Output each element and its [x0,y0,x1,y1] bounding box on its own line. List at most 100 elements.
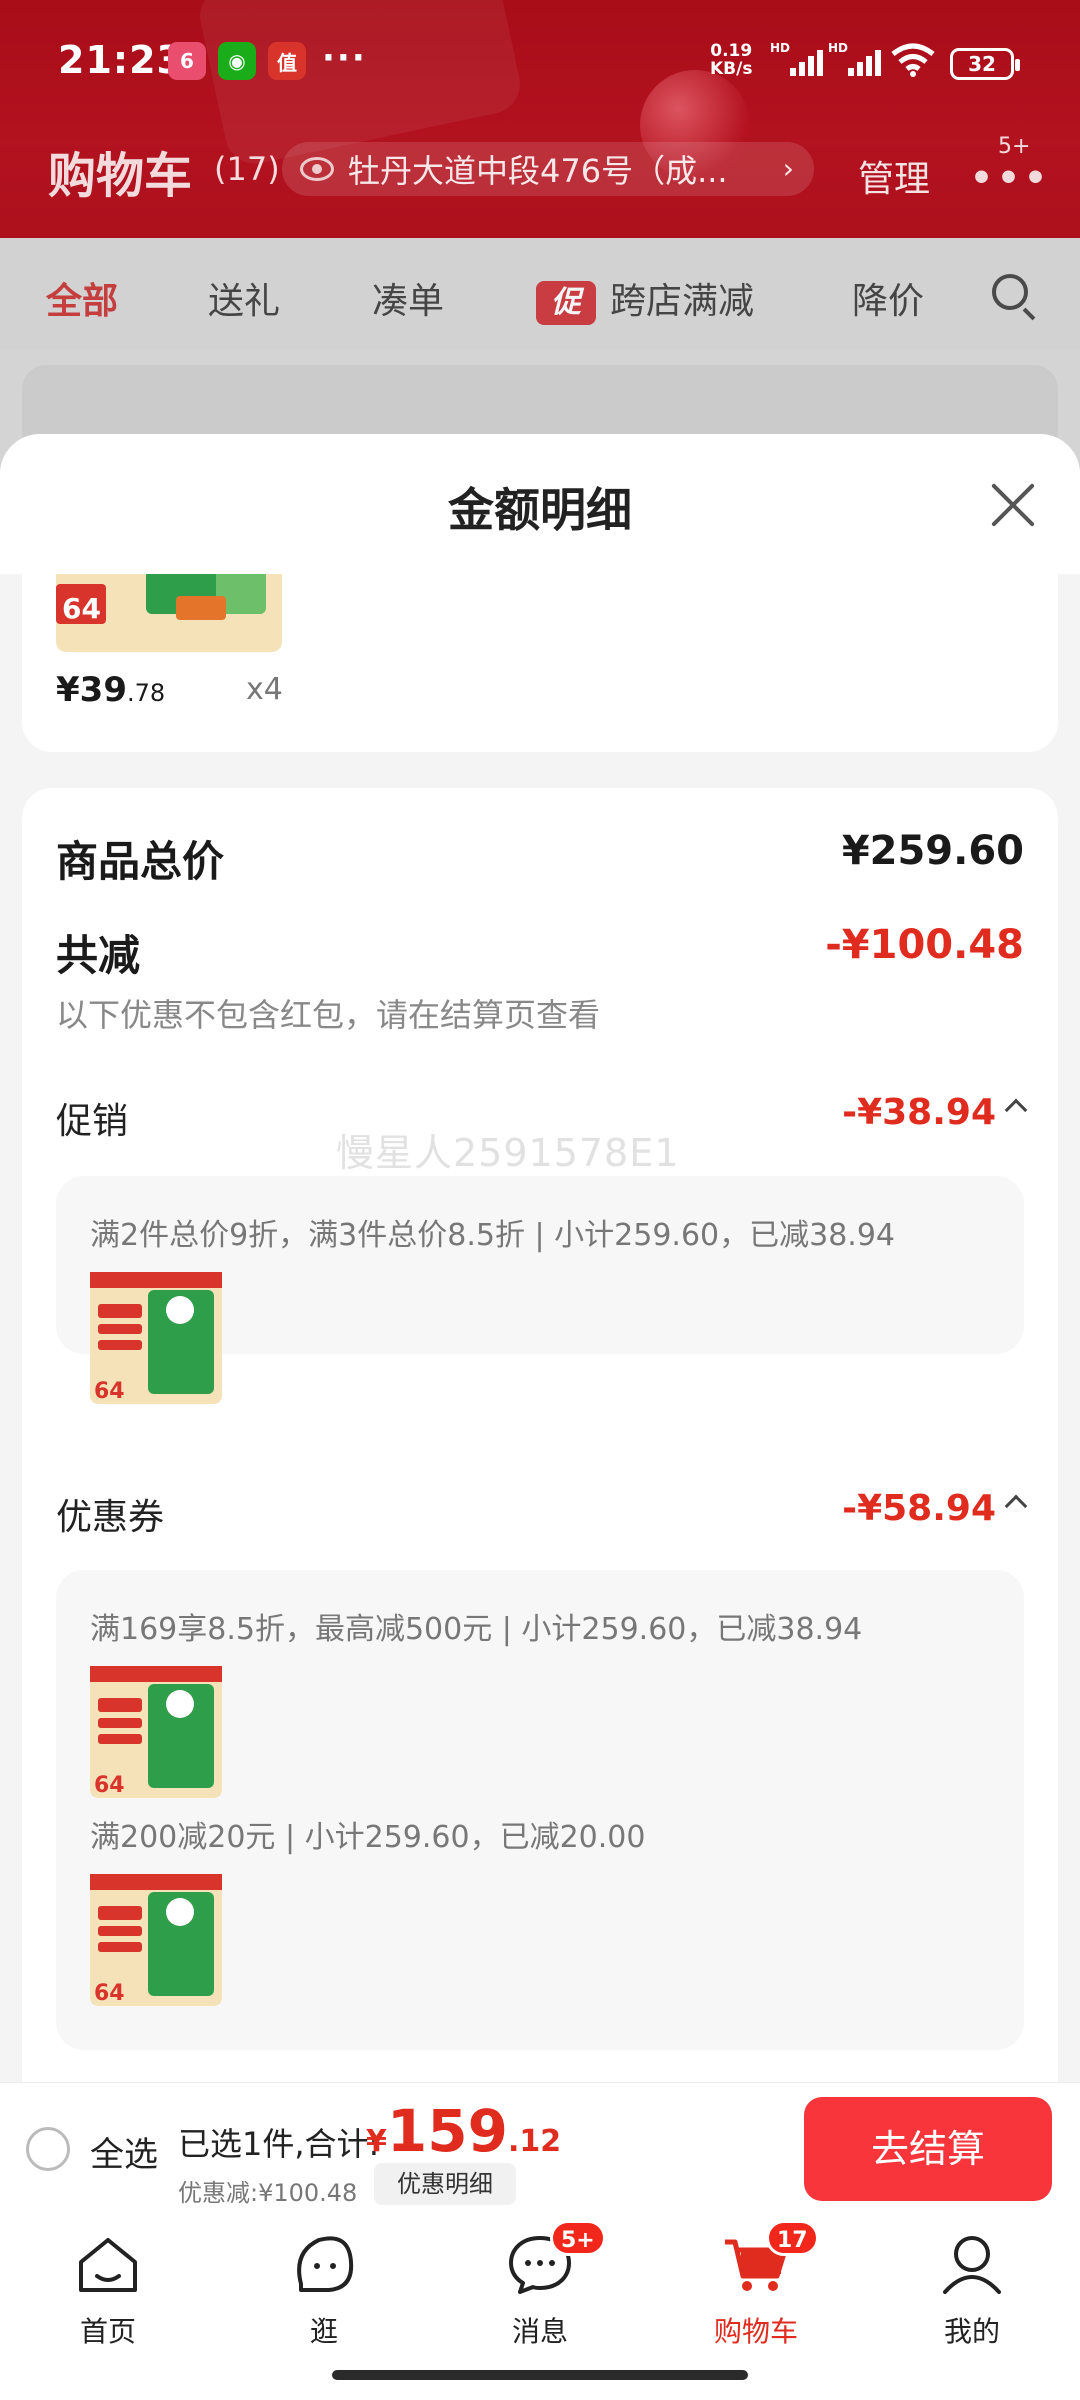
wechat-icon: ◉ [218,42,256,80]
signal-icon: HD [770,41,823,76]
tab-bundle[interactable]: 凑单 [372,272,444,324]
item-price: ¥39.78 [56,670,165,710]
product-item-card: 64 ¥39.78 x4 [22,574,1058,752]
nav-stroll-label: 逛 [309,2315,338,2348]
cart-header: 21:23 6 ◉ 值 ··· 0.19 KB/s HD HD 32 购物车 (… [0,0,1080,238]
total-amount: ¥159.12 [366,2097,561,2165]
profile-icon [943,2236,1001,2294]
home-indicator[interactable] [332,2370,748,2380]
tab-all[interactable]: 全部 [46,272,118,324]
sheet-header: 金额明细 [0,434,1080,574]
chevron-right-icon: › [782,152,794,185]
coupon-label: 优惠券 [56,1497,165,1538]
status-time: 21:23 [58,38,184,82]
svg-text:64: 64 [94,1981,125,2006]
coupon-desc-2: 满200减20元 | 小计259.60，已减20.00 [90,1820,646,1855]
home-icon [79,2238,137,2292]
net-speed-unit: KB/s [710,59,753,79]
promo-value: -¥38.94 [842,1092,996,1133]
status-bar: 21:23 6 ◉ 值 ··· 0.19 KB/s HD HD 32 [0,28,1080,100]
eye-icon [300,157,334,181]
messages-badge: 5+ [550,2220,606,2256]
discount-amount: 优惠减:¥100.48 [178,2179,358,2207]
item-price-decimal: .78 [126,679,166,707]
total-reduce-value: -¥100.48 [825,922,1024,968]
promo-detail-box: 满2件总价9折，满3件总价8.5折 | 小计259.60，已减38.94 64 [56,1176,1024,1404]
nav-messages[interactable]: 5+ 消息 [470,2220,610,2350]
select-all-label[interactable]: 全选 [90,2127,158,2176]
nav-cart[interactable]: 17 购物车 [686,2220,826,2350]
chevron-up-icon [1004,1098,1028,1122]
item-quantity: x4 [246,672,283,707]
promo-desc: 满2件总价9折，满3件总价8.5折 | 小计259.60，已减38.94 [90,1218,896,1253]
nav-profile-label: 我的 [943,2315,1000,2348]
address-text: 牡丹大道中段476号（成... [348,152,728,190]
close-icon[interactable] [990,482,1036,528]
checkout-bar: 全选 已选1件,合计: ¥159.12 优惠减:¥100.48 优惠明细 去结算 [0,2082,1080,2214]
nav-home-label: 首页 [79,2315,136,2348]
more-notifications-icon: ··· [322,38,367,78]
total-reduce-row: 共减 -¥100.48 [56,922,1024,982]
total-currency: ¥ [366,2124,387,2159]
stroll-icon [297,2236,354,2292]
total-reduce-label: 共减 [56,931,141,980]
item-price-int: ¥39 [56,670,127,710]
price-detail-card: 商品总价 ¥259.60 共减 -¥100.48 以下优惠不包含红包，请在结算页… [22,788,1058,2082]
promo-badge-icon: 促 [536,281,596,325]
svg-text:HD: HD [770,41,790,55]
amount-detail-sheet: 金额明细 64 ¥39.78 x4 商品总价 ¥259.60 共减 -¥100.… [0,434,1080,2082]
watermark-text: 慢星人2591578E1 [336,1131,680,1175]
total-decimal: .12 [507,2124,562,2159]
coupon-desc-1: 满169享8.5折，最高减500元 | 小计259.60，已减38.94 [90,1612,863,1647]
coupon-value: -¥58.94 [842,1488,996,1529]
coupon-product-thumbnail-1: 64 [90,1666,222,1798]
address-selector[interactable]: 牡丹大道中段476号（成... › [282,142,814,196]
checkout-button[interactable]: 去结算 [804,2097,1052,2201]
promo-product-thumbnail: 64 [90,1272,222,1404]
manage-button[interactable]: 管理 [858,150,930,202]
svg-text:64: 64 [94,1773,125,1798]
total-int: 159 [386,2097,508,2165]
coupon-detail-box: 满169享8.5折，最高减500元 | 小计259.60，已减38.94 64 … [56,1570,1024,2050]
svg-text:HD: HD [828,41,848,55]
net-speed-value: 0.19 [710,41,753,61]
nav-cart-label: 购物车 [713,2315,798,2348]
svg-text:64: 64 [94,1379,125,1404]
product-thumbnail: 64 [56,574,282,652]
nav-home[interactable]: 首页 [38,2232,178,2350]
more-icon[interactable]: ••• [970,158,1051,199]
chevron-up-icon [1004,1494,1028,1518]
coupon-product-thumbnail-2: 64 [90,1874,222,2006]
search-icon[interactable] [992,274,1028,310]
coupon-row[interactable]: 优惠券 -¥58.94 [56,1488,1028,1538]
nav-profile[interactable]: 我的 [902,2232,1042,2350]
cart-count: (17) [214,150,280,188]
tab-price-drop[interactable]: 降价 [852,272,924,324]
tab-cross-store-label: 跨店满减 [610,281,755,322]
sheet-title: 金额明细 [448,483,632,537]
nav-messages-label: 消息 [511,2315,568,2348]
tab-gift[interactable]: 送礼 [208,272,280,324]
promo-label: 促销 [56,1101,129,1142]
app-618-icon: 6 [168,42,206,80]
more-badge: 5+ [998,134,1031,159]
total-price-row: 商品总价 ¥259.60 [56,828,1024,888]
total-price-label: 商品总价 [56,837,225,886]
total-price-value: ¥259.60 [841,828,1024,874]
battery-level: 32 [968,52,996,76]
cart-title-row: 购物车 (17) 牡丹大道中段476号（成... › 管理 ••• 5+ [0,128,1080,208]
select-all-checkbox[interactable] [26,2127,70,2171]
selected-count-text: 已选1件,合计: [178,2125,380,2163]
cart-badge: 17 [766,2220,819,2256]
reduce-note: 以下优惠不包含红包，请在结算页查看 [56,996,601,1034]
page-title: 购物车 [48,148,193,204]
tab-cross-store-discount[interactable]: 促跨店满减 [536,272,754,325]
net-speed: 0.19 KB/s [710,42,752,78]
wifi-icon [891,43,935,77]
nav-stroll[interactable]: 逛 [254,2232,394,2350]
discount-detail-button[interactable]: 优惠明细 [374,2163,516,2205]
battery-icon: 32 [950,48,1020,80]
signal-icon-2: HD [828,41,881,76]
svg-text:64: 64 [62,592,101,625]
zhide-icon: 值 [268,42,306,80]
